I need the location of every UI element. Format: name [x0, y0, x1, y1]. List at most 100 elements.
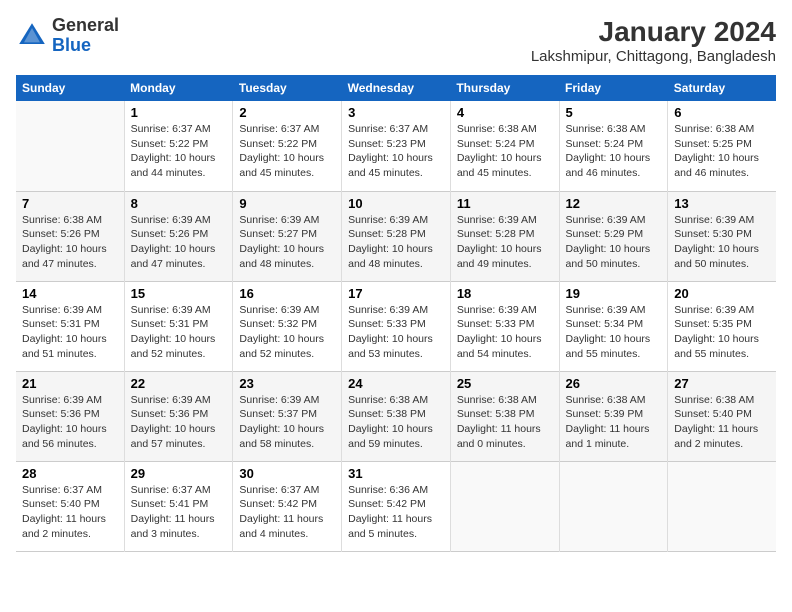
week-row-3: 14 Sunrise: 6:39 AMSunset: 5:31 PMDayligh…: [16, 281, 776, 371]
calendar-cell: 6Sunrise: 6:38 AMSunset: 5:25 PMDaylight…: [668, 101, 776, 191]
day-info: Sunrise: 6:39 AMSunset: 5:31 PMDaylight:…: [131, 303, 227, 362]
calendar-cell: [559, 461, 668, 551]
header-friday: Friday: [559, 75, 668, 101]
day-info: Sunrise: 6:37 AMSunset: 5:22 PMDaylight:…: [239, 122, 335, 181]
calendar-cell: 17 Sunrise: 6:39 AMSunset: 5:33 PMDayligh…: [342, 281, 451, 371]
day-number: 2: [239, 105, 335, 120]
day-number: 17: [348, 286, 444, 301]
calendar-cell: 9Sunrise: 6:39 AMSunset: 5:27 PMDaylight…: [233, 191, 342, 281]
day-info: Sunrise: 6:38 AMSunset: 5:26 PMDaylight:…: [22, 213, 118, 272]
day-info: Sunrise: 6:39 AMSunset: 5:29 PMDaylight:…: [566, 213, 662, 272]
day-info: Sunrise: 6:37 AMSunset: 5:23 PMDaylight:…: [348, 122, 444, 181]
day-info: Sunrise: 6:39 AMSunset: 5:27 PMDaylight:…: [239, 213, 335, 272]
calendar-cell: 18 Sunrise: 6:39 AMSunset: 5:33 PMDayligh…: [450, 281, 559, 371]
day-number: 30: [239, 466, 335, 481]
day-number: 1: [131, 105, 227, 120]
day-number: 11: [457, 196, 553, 211]
header-monday: Monday: [124, 75, 233, 101]
day-number: 26: [566, 376, 662, 391]
day-info: Sunrise: 6:39 AMSunset: 5:36 PMDaylight:…: [22, 393, 118, 452]
page-header: General Blue January 2024 Lakshmipur, Ch…: [16, 16, 776, 65]
day-info: Sunrise: 6:39 AMSunset: 5:32 PMDaylight:…: [239, 303, 335, 362]
header-sunday: Sunday: [16, 75, 124, 101]
header-tuesday: Tuesday: [233, 75, 342, 101]
day-info: Sunrise: 6:38 AMSunset: 5:40 PMDaylight:…: [674, 393, 770, 452]
day-info: Sunrise: 6:38 AMSunset: 5:25 PMDaylight:…: [674, 122, 770, 181]
calendar-cell: 1 Sunrise: 6:37 AMSunset: 5:22 PMDaylight…: [124, 101, 233, 191]
day-number: 15: [131, 286, 227, 301]
calendar-cell: 16 Sunrise: 6:39 AMSunset: 5:32 PMDayligh…: [233, 281, 342, 371]
calendar-cell: 11 Sunrise: 6:39 AMSunset: 5:28 PMDayligh…: [450, 191, 559, 281]
calendar-cell: 22 Sunrise: 6:39 AMSunset: 5:36 PMDayligh…: [124, 371, 233, 461]
day-number: 20: [674, 286, 770, 301]
day-info: Sunrise: 6:39 AMSunset: 5:30 PMDaylight:…: [674, 213, 770, 272]
day-number: 12: [566, 196, 662, 211]
title-area: January 2024 Lakshmipur, Chittagong, Ban…: [531, 16, 776, 65]
day-info: Sunrise: 6:38 AMSunset: 5:24 PMDaylight:…: [457, 122, 553, 181]
day-number: 4: [457, 105, 553, 120]
week-row-4: 21 Sunrise: 6:39 AMSunset: 5:36 PMDayligh…: [16, 371, 776, 461]
calendar-cell: [668, 461, 776, 551]
day-number: 16: [239, 286, 335, 301]
day-number: 28: [22, 466, 118, 481]
calendar-title: January 2024: [531, 16, 776, 48]
day-number: 22: [131, 376, 227, 391]
day-number: 21: [22, 376, 118, 391]
day-number: 31: [348, 466, 444, 481]
logo: General Blue: [16, 16, 119, 56]
day-info: Sunrise: 6:39 AMSunset: 5:31 PMDaylight:…: [22, 303, 118, 362]
calendar-cell: [450, 461, 559, 551]
day-info: Sunrise: 6:39 AMSunset: 5:33 PMDaylight:…: [457, 303, 553, 362]
week-row-1: 1 Sunrise: 6:37 AMSunset: 5:22 PMDaylight…: [16, 101, 776, 191]
calendar-cell: 14 Sunrise: 6:39 AMSunset: 5:31 PMDayligh…: [16, 281, 124, 371]
day-info: Sunrise: 6:38 AMSunset: 5:39 PMDaylight:…: [566, 393, 662, 452]
day-info: Sunrise: 6:36 AMSunset: 5:42 PMDaylight:…: [348, 483, 444, 542]
day-number: 19: [566, 286, 662, 301]
calendar-cell: 31 Sunrise: 6:36 AMSunset: 5:42 PMDayligh…: [342, 461, 451, 551]
day-number: 14: [22, 286, 118, 301]
calendar-cell: 4 Sunrise: 6:38 AMSunset: 5:24 PMDaylight…: [450, 101, 559, 191]
day-info: Sunrise: 6:39 AMSunset: 5:37 PMDaylight:…: [239, 393, 335, 452]
day-number: 8: [131, 196, 227, 211]
calendar-cell: 8Sunrise: 6:39 AMSunset: 5:26 PMDaylight…: [124, 191, 233, 281]
calendar-cell: 3 Sunrise: 6:37 AMSunset: 5:23 PMDaylight…: [342, 101, 451, 191]
day-number: 24: [348, 376, 444, 391]
day-number: 29: [131, 466, 227, 481]
calendar-table: SundayMondayTuesdayWednesdayThursdayFrid…: [16, 75, 776, 552]
calendar-cell: 15 Sunrise: 6:39 AMSunset: 5:31 PMDayligh…: [124, 281, 233, 371]
calendar-cell: 2 Sunrise: 6:37 AMSunset: 5:22 PMDaylight…: [233, 101, 342, 191]
day-number: 5: [566, 105, 662, 120]
calendar-cell: 25 Sunrise: 6:38 AMSunset: 5:38 PMDayligh…: [450, 371, 559, 461]
day-info: Sunrise: 6:39 AMSunset: 5:28 PMDaylight:…: [348, 213, 444, 272]
calendar-cell: 29 Sunrise: 6:37 AMSunset: 5:41 PMDayligh…: [124, 461, 233, 551]
day-info: Sunrise: 6:38 AMSunset: 5:38 PMDaylight:…: [457, 393, 553, 452]
calendar-cell: 5 Sunrise: 6:38 AMSunset: 5:24 PMDaylight…: [559, 101, 668, 191]
calendar-cell: 24 Sunrise: 6:38 AMSunset: 5:38 PMDayligh…: [342, 371, 451, 461]
calendar-cell: 23Sunrise: 6:39 AMSunset: 5:37 PMDayligh…: [233, 371, 342, 461]
week-row-5: 28 Sunrise: 6:37 AMSunset: 5:40 PMDayligh…: [16, 461, 776, 551]
day-info: Sunrise: 6:38 AMSunset: 5:38 PMDaylight:…: [348, 393, 444, 452]
day-info: Sunrise: 6:38 AMSunset: 5:24 PMDaylight:…: [566, 122, 662, 181]
day-info: Sunrise: 6:37 AMSunset: 5:40 PMDaylight:…: [22, 483, 118, 542]
day-info: Sunrise: 6:37 AMSunset: 5:41 PMDaylight:…: [131, 483, 227, 542]
day-number: 25: [457, 376, 553, 391]
header-saturday: Saturday: [668, 75, 776, 101]
calendar-cell: 21 Sunrise: 6:39 AMSunset: 5:36 PMDayligh…: [16, 371, 124, 461]
day-info: Sunrise: 6:39 AMSunset: 5:28 PMDaylight:…: [457, 213, 553, 272]
calendar-cell: [16, 101, 124, 191]
day-number: 18: [457, 286, 553, 301]
day-info: Sunrise: 6:39 AMSunset: 5:36 PMDaylight:…: [131, 393, 227, 452]
day-info: Sunrise: 6:39 AMSunset: 5:34 PMDaylight:…: [566, 303, 662, 362]
calendar-subtitle: Lakshmipur, Chittagong, Bangladesh: [531, 48, 776, 65]
calendar-cell: 12 Sunrise: 6:39 AMSunset: 5:29 PMDayligh…: [559, 191, 668, 281]
day-info: Sunrise: 6:39 AMSunset: 5:33 PMDaylight:…: [348, 303, 444, 362]
day-info: Sunrise: 6:39 AMSunset: 5:35 PMDaylight:…: [674, 303, 770, 362]
day-info: Sunrise: 6:37 AMSunset: 5:22 PMDaylight:…: [131, 122, 227, 181]
day-info: Sunrise: 6:37 AMSunset: 5:42 PMDaylight:…: [239, 483, 335, 542]
calendar-cell: 28 Sunrise: 6:37 AMSunset: 5:40 PMDayligh…: [16, 461, 124, 551]
day-number: 3: [348, 105, 444, 120]
calendar-cell: 19 Sunrise: 6:39 AMSunset: 5:34 PMDayligh…: [559, 281, 668, 371]
header-thursday: Thursday: [450, 75, 559, 101]
calendar-cell: 7Sunrise: 6:38 AMSunset: 5:26 PMDaylight…: [16, 191, 124, 281]
week-row-2: 7Sunrise: 6:38 AMSunset: 5:26 PMDaylight…: [16, 191, 776, 281]
